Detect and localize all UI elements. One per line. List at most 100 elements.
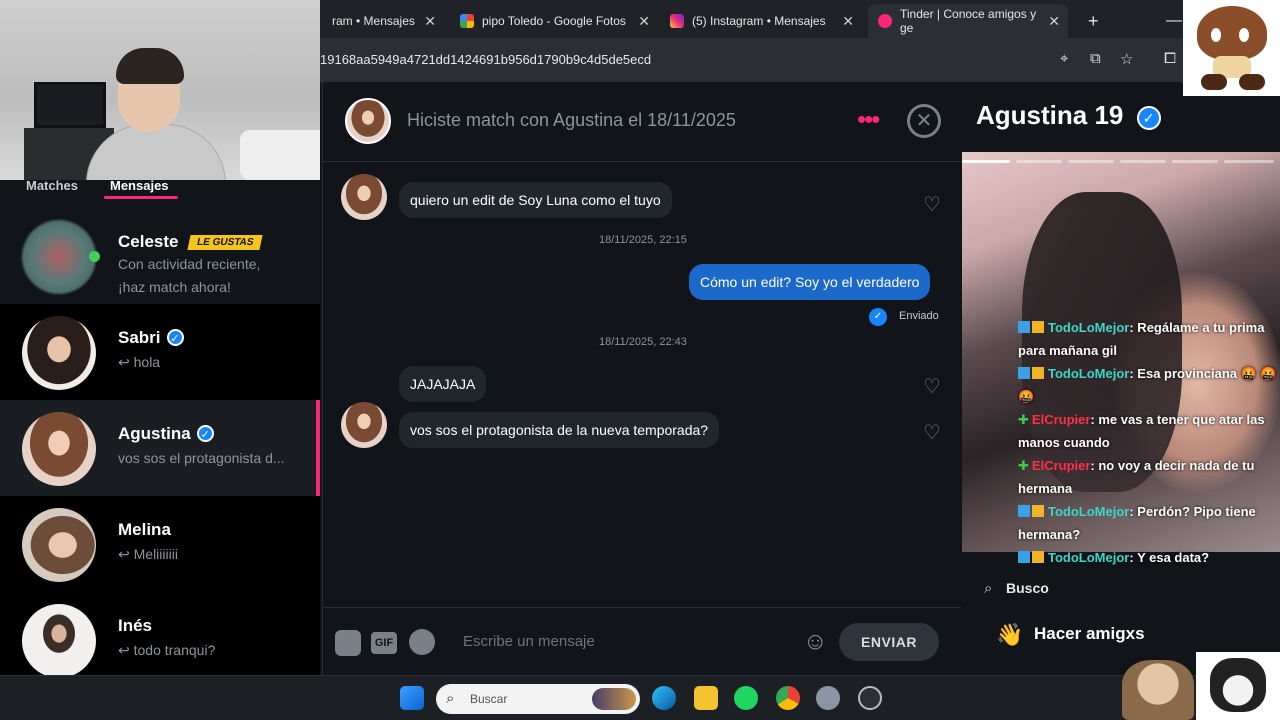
search-icon: ⌕: [446, 690, 455, 707]
active-tab-indicator: [104, 196, 178, 199]
mod-badge-icon: [1018, 367, 1030, 379]
message-bubble-incoming: quiero un edit de Soy Luna como el tuyo: [399, 182, 672, 218]
stream-chat-overlay: TodoLoMejor: Regálame a tu prima para ma…: [1018, 316, 1280, 569]
message-input[interactable]: [463, 628, 793, 654]
conversation-name: Melina: [118, 520, 171, 539]
browser-tab-instagram-messages[interactable]: ram • Mensajes ✕: [322, 4, 444, 38]
conversation-item-sabri[interactable]: Sabri ✓ ↩ hola: [0, 304, 320, 400]
heart-icon[interactable]: ♡: [923, 374, 941, 399]
compose-bar: GIF ☺ ENVIAR: [323, 607, 961, 675]
stream-chat-message: TodoLoMejor: Perdón? Pipo tiene hermana?: [1018, 504, 1256, 542]
webcam-tv: [34, 82, 106, 128]
conversation-item-agustina[interactable]: Agustina ✓ vos sos el protagonista d...: [0, 400, 320, 496]
tinder-flame-icon: [878, 14, 892, 28]
conversation-sidebar: Matches Mensajes Celeste LE GUSTAS Con a…: [0, 178, 320, 688]
emoji-icon[interactable]: ☺: [803, 628, 828, 656]
browser-tab-instagram[interactable]: (5) Instagram • Mensajes ✕: [660, 4, 862, 38]
online-indicator: [89, 251, 100, 262]
edge-icon[interactable]: [652, 686, 676, 710]
close-chat-icon[interactable]: ✕: [907, 104, 941, 138]
heart-icon[interactable]: ♡: [923, 192, 941, 217]
windows-start-icon[interactable]: [400, 686, 424, 710]
match-avatar[interactable]: [345, 98, 391, 144]
address-bar[interactable]: 19168aa5949a4721dd1424691b956d1790b9c4d5…: [320, 38, 1280, 82]
location-icon[interactable]: ⌖: [1060, 50, 1068, 67]
url-text[interactable]: 19168aa5949a4721dd1424691b956d1790b9c4d5…: [320, 52, 651, 67]
extensions-icon[interactable]: ⧠: [1164, 50, 1176, 67]
install-app-icon[interactable]: ⧉: [1090, 50, 1101, 67]
settings-gear-icon[interactable]: [816, 686, 840, 710]
photo-progress-bar: [1224, 160, 1274, 163]
tab-messages[interactable]: Mensajes: [110, 178, 169, 193]
goomba-eye: [1211, 28, 1221, 42]
photo-progress-bar: [1068, 160, 1114, 163]
profile-name: Agustina 19 ✓: [976, 100, 1161, 131]
search-highlight-image: [592, 688, 636, 710]
goomba-overlay: [1183, 0, 1280, 96]
message-bubble-outgoing: Cómo un edit? Soy yo el verdadero: [689, 264, 931, 300]
app-icon[interactable]: [858, 686, 882, 710]
avatar: [22, 508, 96, 582]
verified-badge-icon: ✓: [196, 425, 214, 442]
sticker-icon[interactable]: [335, 630, 361, 656]
close-tab-icon[interactable]: ✕: [1048, 13, 1060, 30]
message-timestamp: 18/11/2025, 22:15: [599, 234, 687, 246]
conversation-preview: ↩ Meliiiiiii: [118, 546, 178, 562]
mod-badge-icon: [1018, 505, 1030, 517]
goomba-eye: [1239, 28, 1249, 42]
photo-progress-bar: [1172, 160, 1218, 163]
spotify-icon[interactable]: [409, 629, 435, 655]
gif-icon[interactable]: GIF: [371, 632, 397, 654]
chat-panel: Hiciste match con Agustina el 18/11/2025…: [322, 82, 961, 675]
conversation-name: Agustina: [118, 424, 191, 443]
stream-chat-message: ✚ ElCrupier: no voy a decir nada de tu he…: [1018, 454, 1280, 500]
file-explorer-icon[interactable]: [694, 686, 718, 710]
photo-progress-bar: [962, 160, 1010, 163]
search-icon: ⌕: [984, 580, 993, 597]
chrome-icon[interactable]: [776, 686, 800, 710]
conversation-preview: ↩ hola: [118, 354, 161, 370]
active-conversation-indicator: [316, 400, 320, 496]
mod-badge-icon: [1018, 551, 1030, 563]
plus-badge-icon: ✚: [1018, 458, 1029, 473]
crown-badge-icon: [1032, 505, 1044, 517]
heart-icon[interactable]: ♡: [923, 420, 941, 445]
conversation-preview: ↩ todo tranqui?: [118, 642, 216, 658]
match-info-text: Hiciste match con Agustina el 18/11/2025: [407, 110, 736, 130]
spotify-icon[interactable]: [734, 686, 758, 710]
stream-chat-message: TodoLoMejor: Esa provinciana 🤬 🤬 🤬: [1018, 366, 1277, 404]
verified-badge-icon: ✓: [1136, 106, 1161, 130]
photo-progress-bar: [1120, 160, 1166, 163]
close-tab-icon[interactable]: ✕: [638, 13, 650, 30]
conversation-preview: vos sos el protagonista d...: [118, 450, 285, 466]
tab-matches[interactable]: Matches: [26, 178, 78, 193]
browser-tab-tinder[interactable]: Tinder | Conoce amigos y ge ✕: [868, 4, 1068, 38]
looking-for-value: Hacer amigxs: [1034, 624, 1145, 643]
message-bubble-incoming: vos sos el protagonista de la nueva temp…: [399, 412, 720, 448]
crown-badge-icon: [1032, 321, 1044, 333]
google-photos-icon: [460, 14, 474, 28]
goomba-foot: [1201, 74, 1227, 90]
avatar: [22, 412, 96, 486]
sticker-character-left: [1122, 660, 1194, 720]
conversation-item-melina[interactable]: Melina ↩ Meliiiiiii: [0, 496, 320, 592]
profile-age: 19: [1094, 100, 1124, 130]
message-avatar: [341, 402, 387, 448]
message-bubble-incoming: JAJAJAJA: [399, 366, 487, 402]
close-tab-icon[interactable]: ✕: [424, 13, 436, 30]
crown-badge-icon: [1032, 551, 1044, 563]
conversation-item-celeste[interactable]: Celeste LE GUSTAS Con actividad reciente…: [0, 208, 320, 304]
webcam-overlay: [0, 0, 320, 180]
close-tab-icon[interactable]: ✕: [842, 13, 854, 30]
new-tab-button[interactable]: +: [1078, 4, 1109, 38]
bookmark-star-icon[interactable]: ☆: [1120, 50, 1133, 68]
conversation-item-ines[interactable]: Inés ↩ todo tranqui?: [0, 592, 320, 688]
sidebar-tabs: Matches Mensajes: [0, 178, 320, 200]
chat-header: Hiciste match con Agustina el 18/11/2025…: [323, 82, 961, 162]
send-button[interactable]: ENVIAR: [839, 623, 939, 661]
more-options-icon[interactable]: •••: [857, 104, 880, 135]
browser-tab-google-photos[interactable]: pipo Toledo - Google Fotos ✕: [450, 4, 658, 38]
sent-check-icon: ✓: [869, 308, 887, 326]
conversation-preview-line2: ¡haz match ahora!: [118, 279, 231, 295]
taskbar-search[interactable]: ⌕ Buscar: [436, 684, 640, 714]
